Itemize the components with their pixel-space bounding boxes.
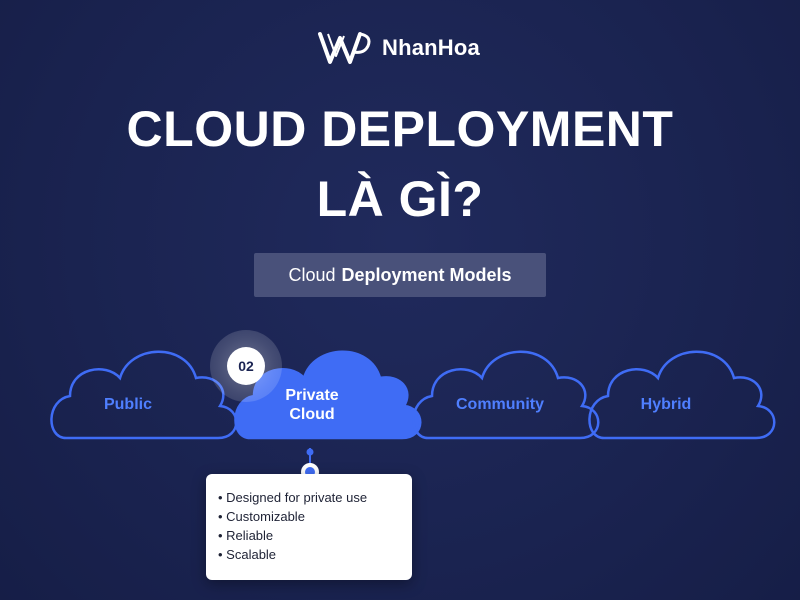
detail-item: Scalable — [218, 545, 412, 564]
detail-item: Customizable — [218, 507, 412, 526]
details-list: Designed for private use Customizable Re… — [206, 474, 412, 564]
private-cloud-details-card: Designed for private use Customizable Re… — [206, 474, 412, 580]
detail-item: Designed for private use — [218, 488, 412, 507]
detail-item: Reliable — [218, 526, 412, 545]
